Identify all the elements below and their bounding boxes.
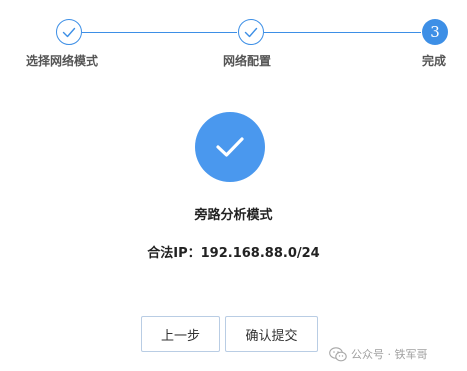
step-2-indicator <box>238 19 264 45</box>
step-3-label: 完成 <box>422 54 447 68</box>
step-3-indicator: 3 <box>422 19 448 45</box>
step-connector <box>82 32 237 33</box>
watermark: 公众号 · 铁军哥 <box>329 345 428 363</box>
confirm-submit-button[interactable]: 确认提交 <box>225 316 318 352</box>
check-icon <box>62 27 76 37</box>
step-2-label: 网络配置 <box>223 54 272 68</box>
step-connector <box>264 32 421 33</box>
ip-info: 合法IP：192.168.88.0/24 <box>0 242 467 261</box>
check-icon <box>216 137 244 157</box>
prev-step-button[interactable]: 上一步 <box>141 316 220 352</box>
watermark-text: 公众号 · 铁军哥 <box>351 348 428 361</box>
ip-label: 合法IP： <box>147 246 201 261</box>
success-indicator <box>195 112 265 182</box>
step-1-label: 选择网络模式 <box>26 54 99 68</box>
wizard-page: 3 选择网络模式 网络配置 完成 旁路分析模式 合法IP：192.168.88.… <box>0 0 467 371</box>
step-1-indicator <box>56 19 82 45</box>
check-icon <box>244 27 258 37</box>
step-number: 3 <box>430 23 440 41</box>
ip-value: 192.168.88.0/24 <box>200 246 320 261</box>
wechat-icon <box>329 346 347 361</box>
mode-title: 旁路分析模式 <box>194 208 273 223</box>
